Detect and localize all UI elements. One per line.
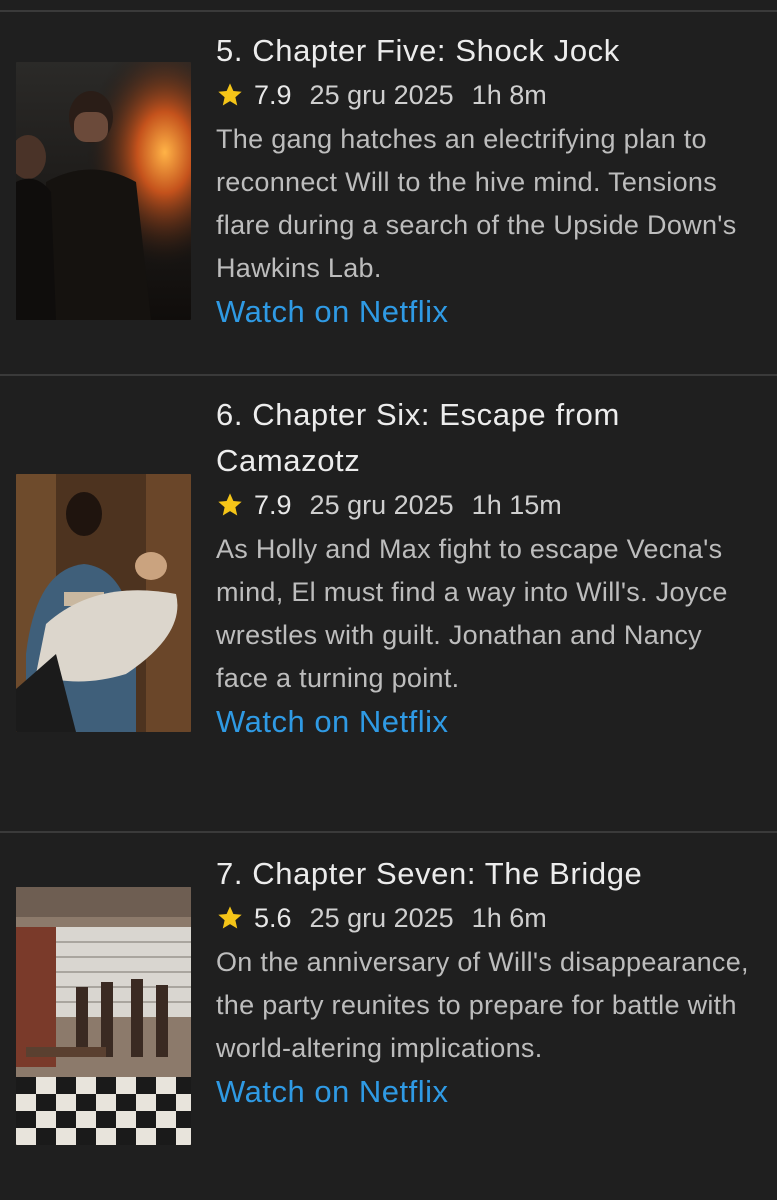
episode-meta: 7.9 25 gru 2025 1h 15m (216, 484, 761, 526)
episode-item: 7. Chapter Seven: The Bridge 5.6 25 gru … (0, 833, 777, 1200)
episode-date: 25 gru 2025 (309, 490, 454, 520)
episode-thumbnail[interactable] (16, 474, 191, 732)
episode-rating: 7.9 (254, 80, 292, 110)
episode-5-thumbnail (16, 62, 191, 320)
episode-7-thumbnail (16, 887, 191, 1145)
episode-title: 7. Chapter Seven: The Bridge (216, 856, 643, 891)
star-icon (218, 906, 242, 929)
star-icon (218, 83, 242, 106)
episode-title: 5. Chapter Five: Shock Jock (216, 33, 620, 68)
episode-description: As Holly and Max fight to escape Vecna's… (216, 534, 728, 693)
star-icon (218, 493, 242, 516)
episode-thumbnail[interactable] (16, 62, 191, 320)
episode-thumbnail[interactable] (16, 887, 191, 1145)
episode-date: 25 gru 2025 (309, 80, 454, 110)
episode-title: 6. Chapter Six: Escape from Camazotz (216, 397, 620, 478)
episode-6-thumbnail (16, 474, 191, 732)
episode-duration: 1h 15m (471, 490, 562, 520)
episode-rating: 7.9 (254, 490, 292, 520)
episode-date: 25 gru 2025 (309, 903, 454, 933)
episode-description: On the anniversary of Will's disappearan… (216, 947, 749, 1063)
episode-meta: 7.9 25 gru 2025 1h 8m (216, 74, 761, 116)
watch-on-netflix-link[interactable]: Watch on Netflix (216, 1070, 449, 1114)
episode-duration: 1h 6m (471, 903, 547, 933)
episode-duration: 1h 8m (471, 80, 547, 110)
watch-on-netflix-link[interactable]: Watch on Netflix (216, 290, 449, 334)
episode-description: The gang hatches an electrifying plan to… (216, 124, 737, 283)
watch-on-netflix-link[interactable]: Watch on Netflix (216, 700, 449, 744)
episode-item: 5. Chapter Five: Shock Jock 7.9 25 gru 2… (0, 12, 777, 374)
episode-meta: 5.6 25 gru 2025 1h 6m (216, 897, 761, 939)
episode-item: 6. Chapter Six: Escape from Camazotz 7.9… (0, 376, 777, 831)
episode-rating: 5.6 (254, 903, 292, 933)
